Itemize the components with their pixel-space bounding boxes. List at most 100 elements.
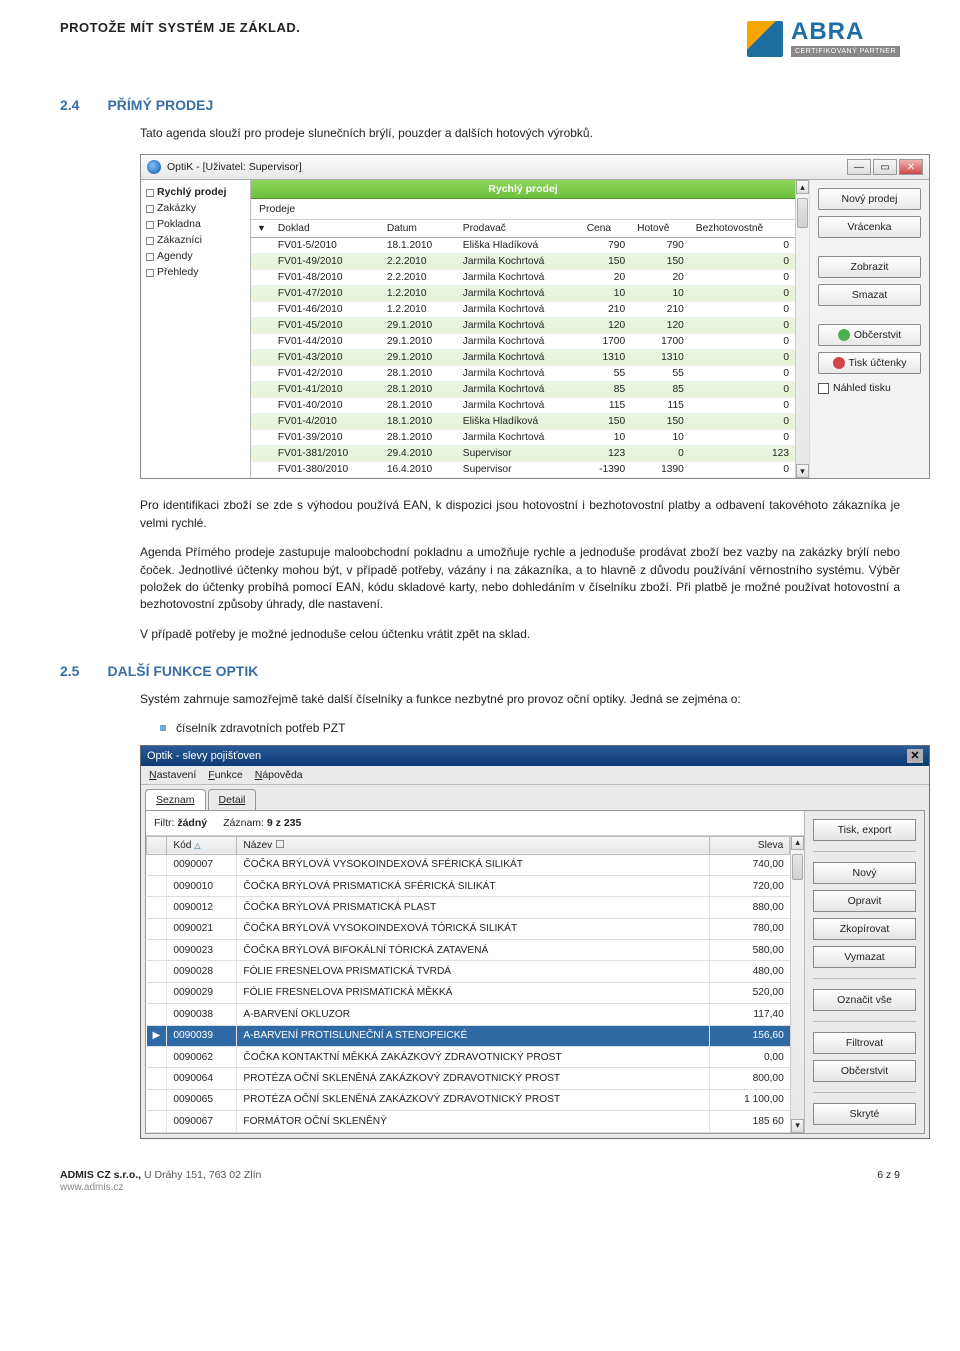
para-3: V případě potřeby je možné jednoduše cel… [140,626,900,643]
table-row[interactable]: 0090065PROTÉZA OČNÍ SKLENĚNÁ ZAKÁZKOVÝ Z… [147,1089,790,1110]
table-row[interactable]: FV01-48/20102.2.2010Jarmila Kochrtová202… [251,270,795,286]
column-header[interactable]: Doklad [272,220,381,238]
table-row[interactable]: 0090007ČOČKA BRÝLOVÁ VYSOKOINDEXOVÁ SFÉR… [147,854,790,875]
app-icon [147,160,161,174]
nav-item[interactable]: Pokladna [141,216,250,232]
tab-seznam[interactable]: Seznam [145,789,206,810]
column-header[interactable]: Hotově [631,220,690,238]
table-row[interactable]: FV01-46/20101.2.2010Jarmila Kochrtová210… [251,302,795,318]
table-row[interactable]: 0090029FÓLIE FRESNELOVA PRISMATICKÁ MĚKK… [147,982,790,1003]
scroll-down-icon[interactable]: ▾ [791,1119,804,1133]
action-button[interactable]: Tisk, export [813,819,916,841]
table-row[interactable]: 0090038A-BARVENÍ OKLUZOR117,40 [147,1004,790,1025]
section-title: DALŠÍ FUNKCE OPTIK [107,663,258,679]
table-row[interactable]: FV01-42/201028.1.2010Jarmila Kochrtová55… [251,366,795,382]
table-row[interactable]: 0090062ČOČKA KONTAKTNÍ MĚKKÁ ZAKÁZKOVÝ Z… [147,1046,790,1067]
window-title: OptiK - [Uživatel: Supervisor] [167,161,302,173]
sort-indicator-icon[interactable]: ▼ [251,220,272,238]
table-row[interactable]: 0090067FORMÁTOR OČNÍ SKLENĚNÝ185 60 [147,1111,790,1133]
bullet-text: číselník zdravotních potřeb PZT [176,721,345,735]
table-row[interactable]: ▶0090039A-BARVENÍ PROTISLUNEČNÍ A STENOP… [147,1025,790,1046]
nav-item[interactable]: Agendy [141,248,250,264]
action-button[interactable]: Smazat [818,284,921,306]
table-row[interactable]: 0090021ČOČKA BRÝLOVÁ VYSOKOINDEXOVÁ TÓRI… [147,918,790,939]
action-button[interactable]: Označit vše [813,989,916,1011]
header-tagline: PROTOŽE MÍT SYSTÉM JE ZÁKLAD. [60,20,300,35]
logo-text: ABRA [791,20,900,44]
slevy-table: Kód △NázevSleva 0090007ČOČKA BRÝLOVÁ VYS… [146,836,790,1133]
nav-item[interactable]: Rychlý prodej [141,184,250,200]
action-button[interactable]: Občerstvit [813,1060,916,1082]
scroll-up-icon[interactable]: ▴ [796,180,809,194]
action-button[interactable]: Nový [813,862,916,884]
tab-prodeje[interactable]: Prodeje [251,199,795,220]
scroll-up-icon[interactable]: ▴ [791,836,804,850]
vertical-scrollbar[interactable]: ▴ ▾ [790,836,804,1133]
nav-item[interactable]: Zákazníci [141,232,250,248]
table-row[interactable]: FV01-49/20102.2.2010Jarmila Kochrtová150… [251,254,795,270]
menu-item[interactable]: Funkce [208,769,242,781]
screenshot-slevy: Optik - slevy pojišťoven ✕ Nastavení Funk… [140,745,930,1139]
close-button[interactable]: ✕ [907,749,923,763]
table-row[interactable]: 0090012ČOČKA BRÝLOVÁ PRISMATICKÁ PLAST88… [147,897,790,918]
intro-text: Tato agenda slouží pro prodeje slunečníc… [140,125,900,142]
column-header[interactable]: Kód △ [167,836,237,854]
action-button[interactable]: Tisk účtenky [818,352,921,374]
table-row[interactable]: 0090023ČOČKA BRÝLOVÁ BIFOKÁLNÍ TÓRICKÁ Z… [147,940,790,961]
table-row[interactable]: FV01-44/201029.1.2010Jarmila Kochrtová17… [251,334,795,350]
table-row[interactable]: FV01-4/201018.1.2010Eliška Hladíková1501… [251,414,795,430]
preview-checkbox[interactable]: Náhled tisku [818,380,921,396]
nav-item[interactable]: Zakázky [141,200,250,216]
logo-block: ABRA CERTIFIKOVANÝ PARTNER [747,20,900,57]
filter-label: Filtr: žádný [154,817,207,829]
footer-url: www.admis.cz [60,1182,123,1193]
action-button[interactable]: Vymazat [813,946,916,968]
action-button[interactable]: Nový prodej [818,188,921,210]
scroll-thumb[interactable] [797,198,808,228]
table-row[interactable]: 0090064PROTÉZA OČNÍ SKLENĚNÁ ZAKÁZKOVÝ Z… [147,1068,790,1089]
action-button[interactable]: Filtrovat [813,1032,916,1054]
action-button[interactable]: Opravit [813,890,916,912]
table-row[interactable]: FV01-380/201016.4.2010Supervisor-1390139… [251,462,795,478]
sales-table: ▼DokladDatumProdavačCenaHotověBezhotovos… [251,220,795,478]
column-header[interactable]: Datum [381,220,457,238]
table-row[interactable]: FV01-45/201029.1.2010Jarmila Kochrtová12… [251,318,795,334]
tab-detail[interactable]: Detail [208,789,257,810]
nav-item[interactable]: Přehledy [141,264,250,280]
minimize-button[interactable]: — [847,159,871,175]
vertical-scrollbar[interactable]: ▴ ▾ [795,180,809,478]
section-title: PŘÍMÝ PRODEJ [107,97,213,113]
menu-item[interactable]: Nápověda [255,769,303,781]
action-button[interactable]: Občerstvit [818,324,921,346]
column-header[interactable]: Název [237,836,710,854]
table-row[interactable]: FV01-47/20101.2.2010Jarmila Kochrtová101… [251,286,795,302]
column-header[interactable]: Cena [581,220,631,238]
table-row[interactable]: FV01-40/201028.1.2010Jarmila Kochrtová11… [251,398,795,414]
para-1: Pro identifikaci zboží se zde s výhodou … [140,497,900,532]
para-25-1: Systém zahrnuje samozřejmě také další čí… [140,691,900,708]
table-row[interactable]: 0090028FÓLIE FRESNELOVA PRISMATICKÁ TVRD… [147,961,790,982]
footer-addr: U Dráhy 151, 763 02 Zlín [144,1169,261,1181]
menu-item[interactable]: Nastavení [149,769,196,781]
action-button[interactable]: Vrácenka [818,216,921,238]
scroll-thumb[interactable] [792,854,803,880]
table-row[interactable]: FV01-43/201029.1.2010Jarmila Kochrtová13… [251,350,795,366]
action-button[interactable]: Skryté [813,1103,916,1125]
window-title-2: Optik - slevy pojišťoven [147,750,261,762]
table-row[interactable]: 0090010ČOČKA BRÝLOVÁ PRISMATICKÁ SFÉRICK… [147,875,790,896]
column-header[interactable]: Prodavač [457,220,581,238]
scroll-down-icon[interactable]: ▾ [796,464,809,478]
footer-company: ADMIS CZ s.r.o., [60,1169,141,1181]
column-header[interactable]: Sleva [710,836,790,854]
maximize-button[interactable]: ▭ [873,159,897,175]
action-button[interactable]: Zkopírovat [813,918,916,940]
table-row[interactable]: FV01-41/201028.1.2010Jarmila Kochrtová85… [251,382,795,398]
section-number: 2.5 [60,663,79,679]
action-button[interactable]: Zobrazit [818,256,921,278]
table-row[interactable]: FV01-381/201029.4.2010Supervisor1230123 [251,446,795,462]
table-row[interactable]: FV01-39/201028.1.2010Jarmila Kochrtová10… [251,430,795,446]
column-header[interactable]: Bezhotovostně [690,220,795,238]
page-number: 6 z 9 [877,1169,900,1193]
close-button[interactable]: ✕ [899,159,923,175]
table-row[interactable]: FV01-5/201018.1.2010Eliška Hladíková7907… [251,238,795,254]
